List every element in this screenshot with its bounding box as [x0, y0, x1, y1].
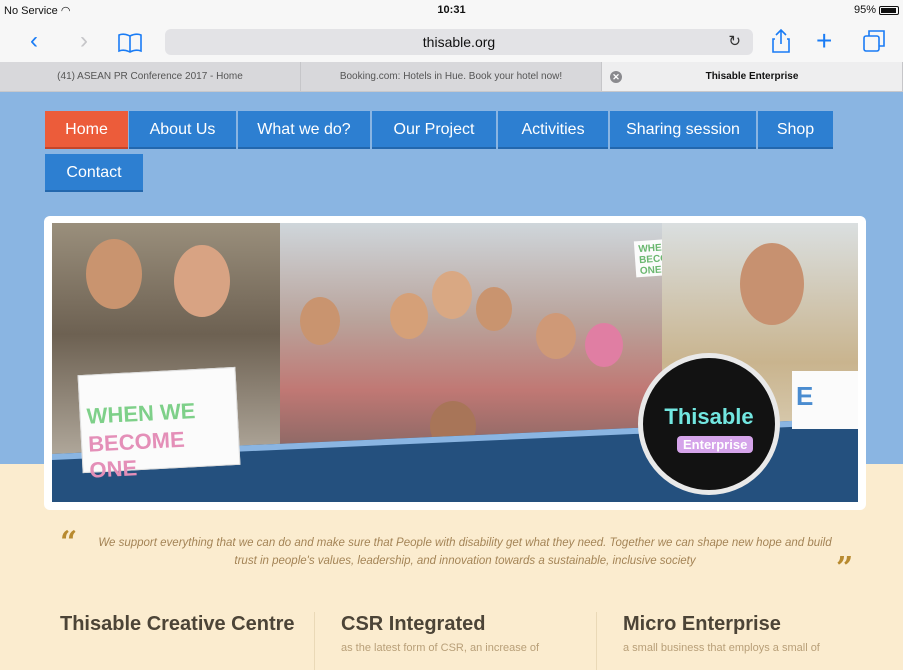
feature-title[interactable]: Thisable Creative Centre	[60, 612, 320, 636]
feature-csr-integrated: CSR Integrated as the latest form of CSR…	[341, 612, 601, 654]
column-divider	[596, 612, 597, 670]
share-icon[interactable]	[771, 28, 791, 62]
thisable-logo: Thisable Enterprise	[638, 353, 780, 495]
tab-strip: (41) ASEAN PR Conference 2017 - Home Boo…	[0, 62, 903, 92]
feature-micro-enterprise: Micro Enterprise a small business that e…	[623, 612, 883, 654]
tab-title: Thisable Enterprise	[705, 71, 799, 82]
browser-toolbar: ‹ › thisable.org ↻ +	[0, 22, 903, 62]
status-bar: No Service ◠ 10:31 95%	[0, 0, 903, 22]
banner-collage: WHEN WEBECOME ONE WHEN WE BECOME ONE E T…	[52, 223, 858, 502]
web-page: Home About Us What we do? Our Project Ac…	[0, 92, 903, 670]
nav-shop[interactable]: Shop	[758, 111, 833, 149]
feature-text: a small business that employs a small of	[623, 642, 820, 654]
nav-our-project[interactable]: Our Project	[372, 111, 496, 149]
clock: 10:31	[437, 4, 466, 16]
logo-text: Thisable	[664, 404, 754, 429]
quote-text: We support everything that we can do and…	[98, 537, 832, 567]
nav-about-us[interactable]: About Us	[129, 111, 236, 149]
open-quote-icon: “	[60, 525, 78, 560]
nav-home[interactable]: Home	[45, 111, 128, 149]
feature-title[interactable]: Micro Enterprise	[623, 612, 883, 636]
tab-title: (41) ASEAN PR Conference 2017 - Home	[57, 71, 243, 82]
sign-line-1: WHEN WE	[86, 398, 196, 429]
sign-line-2: BECOME ONE	[87, 426, 186, 483]
url-text[interactable]: thisable.org	[165, 34, 753, 50]
tab-asean[interactable]: (41) ASEAN PR Conference 2017 - Home	[0, 62, 301, 91]
forward-icon[interactable]: ›	[80, 26, 88, 56]
tab-thisable[interactable]: ✕ Thisable Enterprise	[602, 62, 903, 91]
hero-banner: WHEN WEBECOME ONE WHEN WE BECOME ONE E T…	[44, 216, 866, 510]
nav-activities[interactable]: Activities	[498, 111, 608, 149]
tabs-icon[interactable]	[862, 29, 886, 61]
back-icon[interactable]: ‹	[30, 26, 38, 56]
sign-fragment: E	[792, 371, 858, 429]
new-tab-icon[interactable]: +	[816, 26, 832, 56]
nav-contact[interactable]: Contact	[45, 154, 143, 192]
battery-status: 95%	[854, 4, 899, 16]
reload-icon[interactable]: ↻	[728, 32, 741, 50]
battery-icon	[879, 5, 899, 15]
tab-booking[interactable]: Booking.com: Hotels in Hue. Book your ho…	[301, 62, 602, 91]
column-divider	[314, 612, 315, 670]
mission-quote: “ We support everything that we can do a…	[60, 528, 860, 588]
address-bar[interactable]: thisable.org ↻	[165, 29, 753, 55]
when-we-become-one-sign: WHEN WE BECOME ONE	[77, 366, 241, 483]
feature-text: as the latest form of CSR, an increase o…	[341, 642, 540, 654]
battery-percent: 95%	[853, 4, 876, 16]
close-tab-icon[interactable]: ✕	[610, 71, 622, 83]
bookmarks-icon[interactable]	[118, 31, 142, 61]
logo-sub-text: Enterprise	[677, 436, 754, 453]
close-quote-icon: ”	[836, 551, 854, 586]
nav-what-we-do[interactable]: What we do?	[238, 111, 370, 149]
tab-title: Booking.com: Hotels in Hue. Book your ho…	[339, 71, 563, 82]
feature-creative-centre: Thisable Creative Centre	[60, 612, 320, 636]
nav-sharing-session[interactable]: Sharing session	[610, 111, 756, 149]
feature-title[interactable]: CSR Integrated	[341, 612, 601, 636]
